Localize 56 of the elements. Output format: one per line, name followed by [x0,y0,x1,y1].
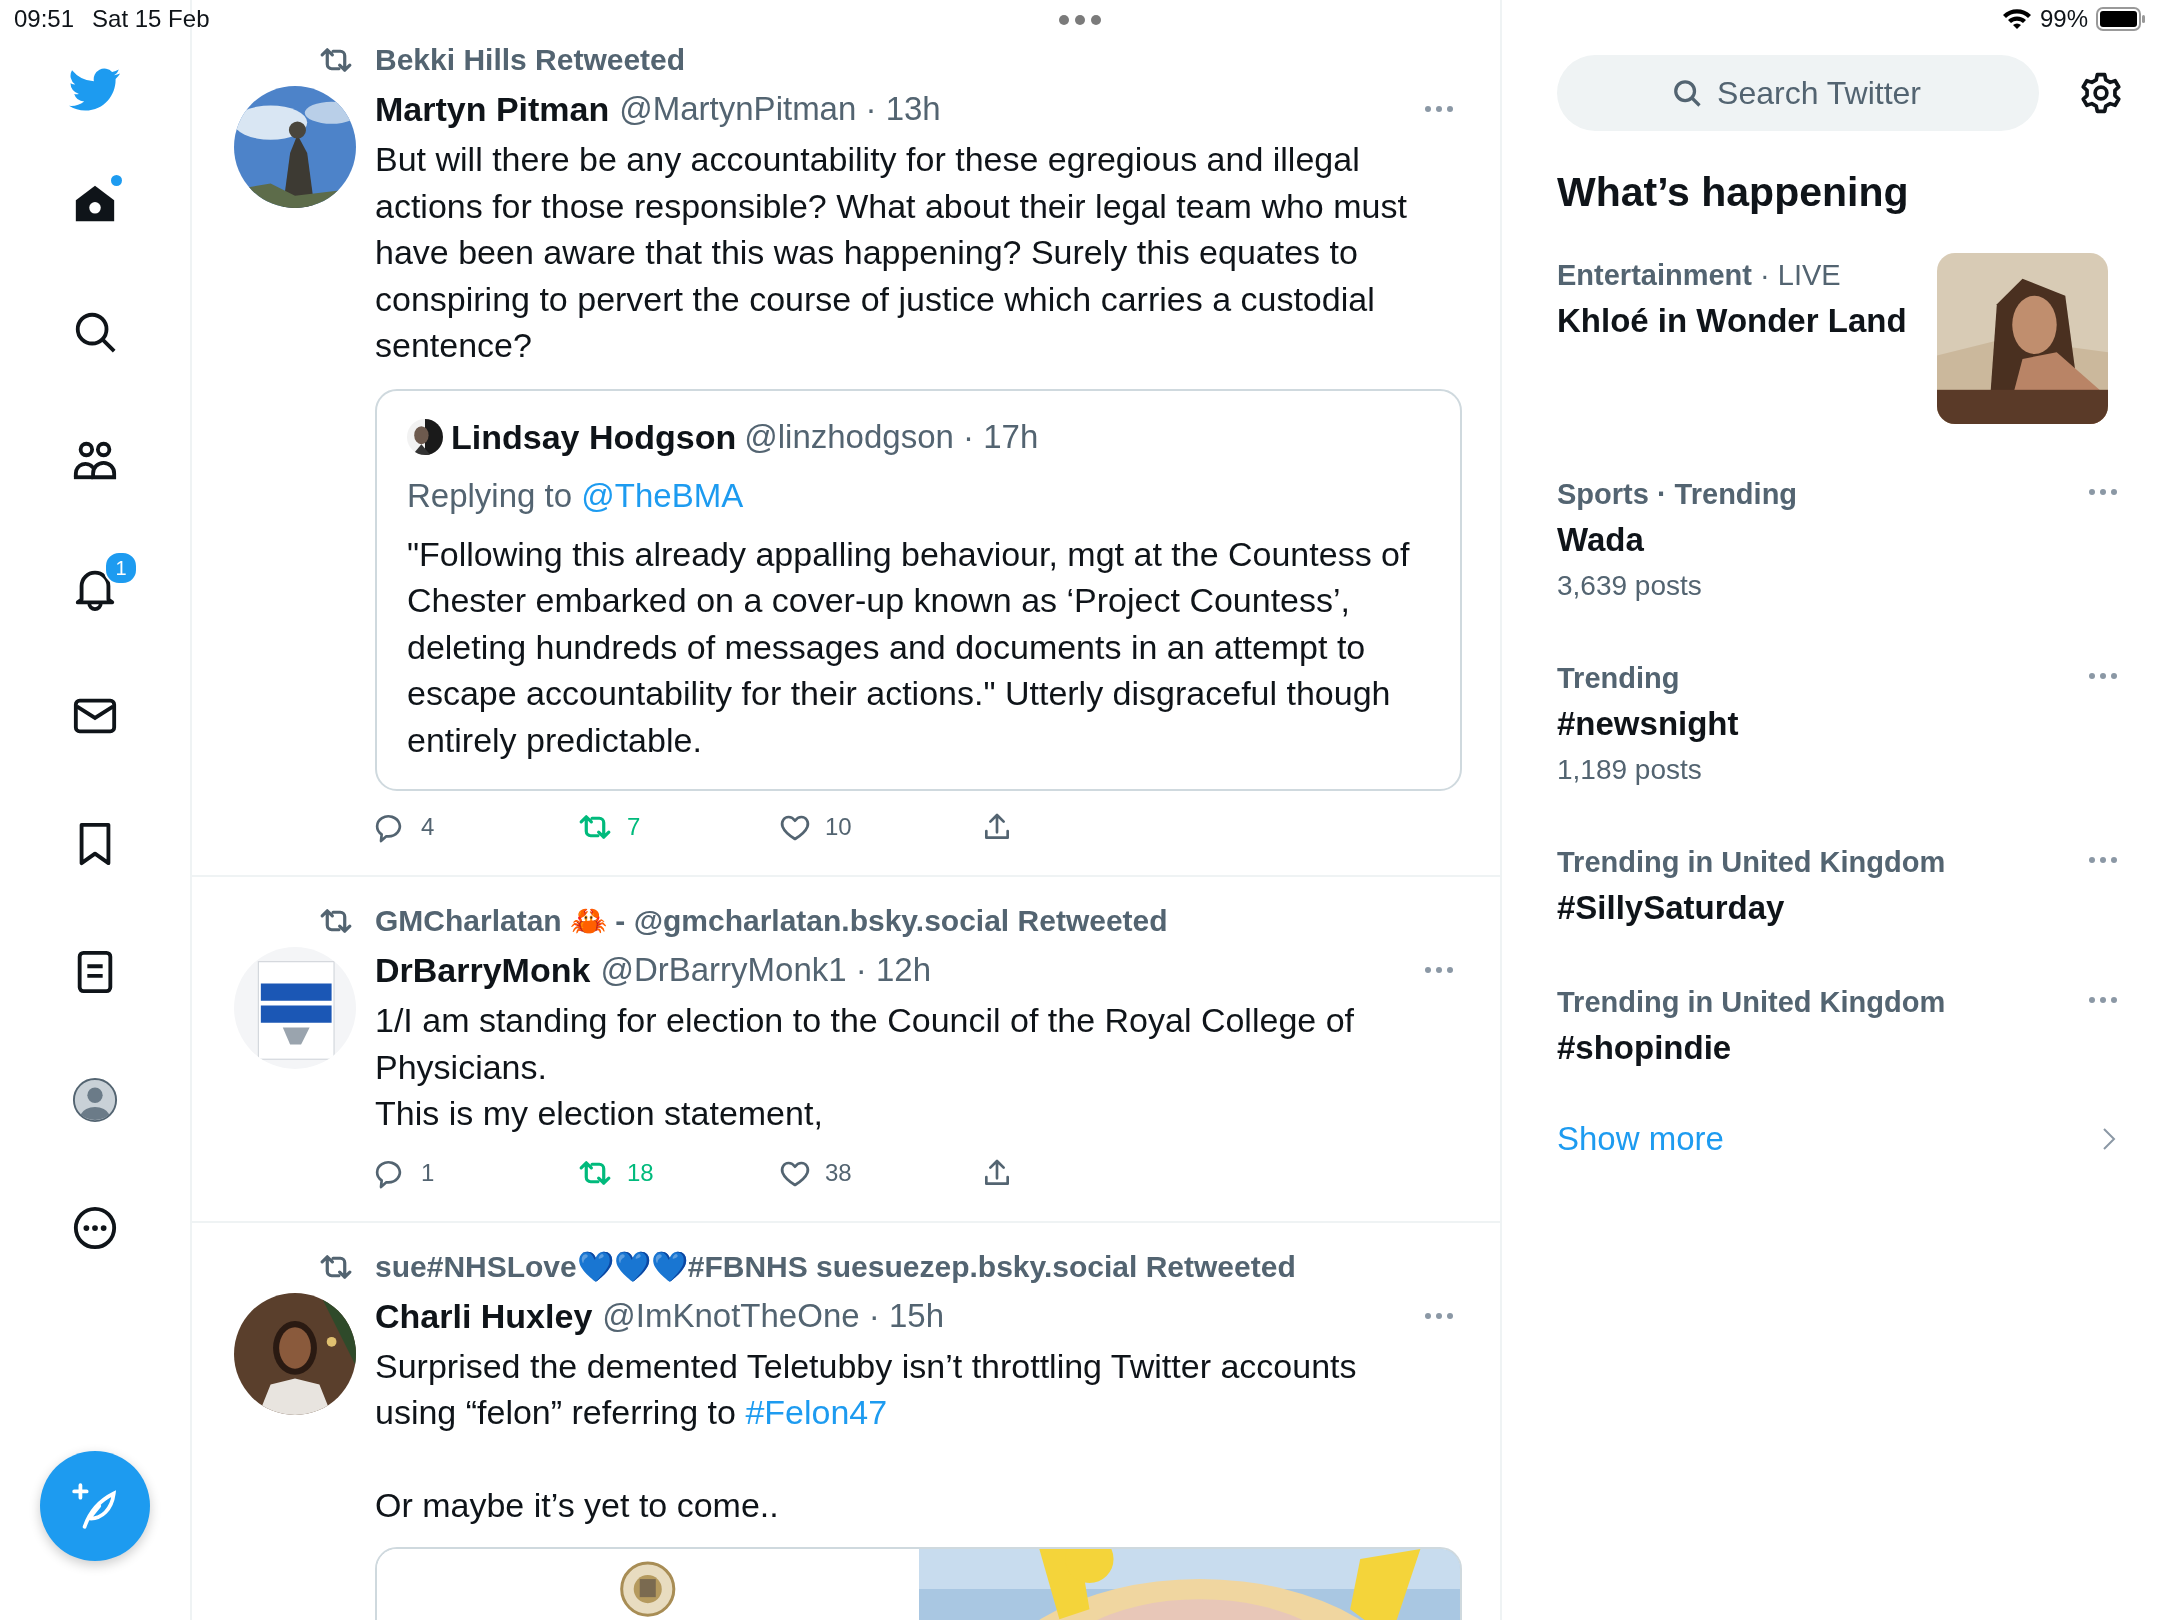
notification-count: 1 [104,551,138,585]
trend-category: Entertainment · LIVE [1557,258,1842,293]
retweet-label: sue#NHSLove💙💙💙#FBNHS suesuezep.bsky.social Retweeted [375,1248,1297,1285]
status-time: 09:51 [14,5,75,33]
wifi-icon [2001,8,2032,30]
trend-title[interactable]: #newsnight [1557,700,2088,748]
trend-category: Sports · Trending [1557,477,1799,512]
more-icon[interactable] [2088,488,2118,496]
tweet-text: 1/I am standing for election to the Council of the Royal College of Physicians. [375,1000,1355,1088]
search-field[interactable]: Search Twitter [1557,55,2039,131]
author-name[interactable]: Martyn Pitman [375,82,610,136]
trend-title[interactable]: Wada [1557,516,2088,564]
trend-category: Trending in United Kingdom [1557,985,1947,1020]
tweet-text: Or maybe it’s yet to come.. [375,1485,780,1526]
retweet-label: Bekki Hills Retweeted [375,42,687,78]
author-name[interactable]: DrBarryMonk [375,943,591,997]
more-icon[interactable] [1424,1311,1454,1320]
author-name[interactable]: Charli Huxley [375,1288,593,1343]
battery-percent: 99% [2039,5,2088,33]
search-icon [1672,78,1702,108]
tweet-text: But will there be any accountability for these egregious and illegal actions for those responsible? What about their legal team who must have been aware that this was happening? Surely this equates to conspiring to pervert the course of justice which carries a custodial sentence? [375,139,1408,366]
more-icon[interactable] [2088,856,2118,864]
replying-to-text: Replying to @TheBMA [407,475,745,516]
quoted-text: "Following this already appalling behaviour, mgt at the Countess of Chester embarked on a cover-up known as ‘Project Countess’, deleting hundreds of messages and documents in an attempt to escape accountability for their actions." Utterly disgraceful though entirely predictable. [407,533,1411,761]
tweet-text: This is my election statement, [375,1093,824,1134]
trend-title[interactable]: #SillySaturday [1557,884,2088,932]
post-count: 1,189 posts [1557,753,1703,787]
author-handle: @linzhodgson · 17h [744,416,1039,457]
more-icon[interactable] [2088,672,2118,680]
trend-category: Trending [1557,661,1681,696]
trend-category: Trending in United Kingdom [1557,845,1947,880]
tweet-text: Surprised the demented Teletubby isn’t throttling Twitter accounts using “felon” referring to #Felon47 [375,1345,1358,1433]
author-handle: @MartynPitman · 13h [619,89,941,129]
settings-icon[interactable] [2079,71,2123,115]
more-icon[interactable] [1424,966,1454,974]
section-heading: What’s happening [1557,168,1910,217]
reply-button[interactable]: 1 [375,1156,577,1189]
trend-title[interactable]: #shopindie [1557,1024,2088,1072]
post-count: 3,639 posts [1557,569,1703,603]
more-icon[interactable] [1424,105,1454,113]
multitasking-icon[interactable] [1058,14,1102,26]
retweet-label: GMCharlatan 🦀 - @gmcharlatan.bsky.social Retweeted [375,903,1169,939]
more-icon[interactable] [2088,996,2118,1004]
trend-title[interactable]: Khloé in Wonder Land [1557,297,1937,345]
author-handle: @ImKnotTheOne · 15h [602,1295,944,1336]
author-name[interactable]: Lindsay Hodgson [451,408,737,465]
reply-button[interactable]: 4 [375,811,577,843]
like-button[interactable]: 38 [779,1156,981,1189]
bird-logo-icon[interactable] [69,68,121,112]
like-button[interactable]: 10 [779,811,981,843]
compose-button[interactable] [40,1451,150,1561]
author-handle: @DrBarryMonk1 · 12h [600,950,931,990]
quoted-tweet[interactable] [375,388,1462,791]
battery-icon [2096,7,2146,31]
status-date: Sat 15 Feb [92,5,210,33]
chevron-right-icon [2102,1127,2116,1151]
